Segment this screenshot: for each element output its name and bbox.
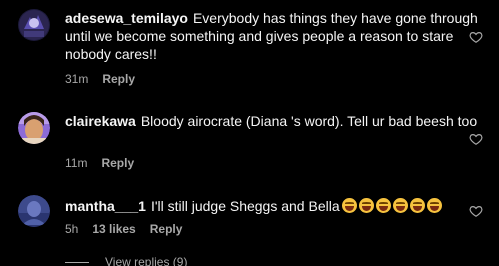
like-heart-icon[interactable] <box>469 132 483 146</box>
view-replies-label[interactable]: View replies (9) <box>105 255 187 266</box>
comment-username[interactable]: adesewa_temilayo <box>65 10 188 26</box>
reply-button[interactable]: Reply <box>101 156 134 170</box>
comment-meta: 31m Reply <box>65 72 149 86</box>
face-with-tears-of-joy-icon <box>375 198 391 213</box>
reply-button[interactable]: Reply <box>150 222 183 236</box>
comment-text: Bloody airocrate (Diana 's word). Tell u… <box>140 113 478 129</box>
comment-text-block: clairekawa Bloody airocrate (Diana 's wor… <box>65 112 485 130</box>
face-with-tears-of-joy-icon <box>358 198 374 213</box>
comment-time: 31m <box>65 72 89 86</box>
comment-meta: 11m Reply <box>65 156 148 170</box>
comment-text-block: adesewa_temilayo Everybody has things the… <box>65 9 485 63</box>
face-with-tears-of-joy-icon <box>392 198 408 213</box>
avatar[interactable] <box>18 112 50 144</box>
view-replies-button[interactable]: View replies (9) <box>65 255 187 266</box>
comment-username[interactable]: mantha___1 <box>65 198 146 214</box>
comment-text-block: mantha___1 I'll still judge Sheggs and Be… <box>65 197 485 215</box>
comments-list: adesewa_temilayo Everybody has things the… <box>0 0 499 266</box>
reply-button[interactable]: Reply <box>102 72 135 86</box>
comment-username[interactable]: clairekawa <box>65 113 136 129</box>
face-with-tears-of-joy-icon <box>409 198 425 213</box>
comment-time: 5h <box>65 222 79 236</box>
comment-time: 11m <box>65 156 88 170</box>
avatar[interactable] <box>18 195 50 227</box>
divider-line <box>65 262 89 264</box>
like-heart-icon[interactable] <box>469 30 483 44</box>
like-heart-icon[interactable] <box>469 204 483 218</box>
face-with-tears-of-joy-icon <box>426 198 442 213</box>
face-with-tears-of-joy-icon <box>341 198 357 213</box>
comment-meta: 5h 13 likes Reply <box>65 222 196 236</box>
comment-text: I'll still judge Sheggs and Bella <box>150 198 340 214</box>
avatar[interactable] <box>18 9 50 41</box>
likes-count[interactable]: 13 likes <box>92 222 135 236</box>
